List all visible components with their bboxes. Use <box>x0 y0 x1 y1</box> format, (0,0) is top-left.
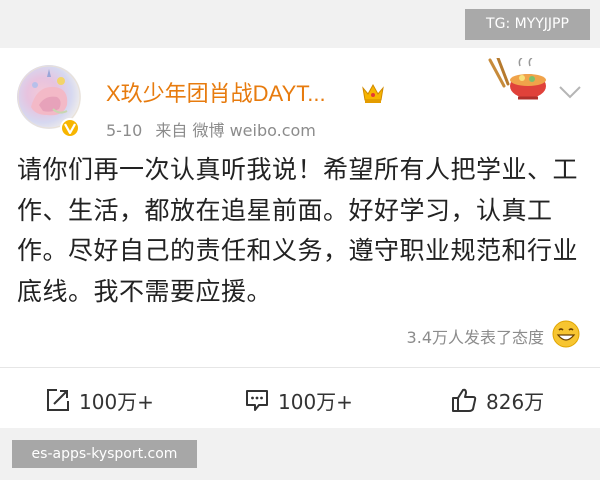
verified-badge-icon <box>60 118 80 138</box>
comment-button[interactable]: 100万+ <box>244 385 353 415</box>
comment-count: 100万+ <box>278 389 353 414</box>
post-meta: 5-10 来自 微博 weibo.com <box>106 117 324 141</box>
tg-badge: TG: MYYJJPP <box>465 9 590 40</box>
reactions-text: 3.4万人发表了态度 <box>406 328 544 347</box>
thumbs-up-icon <box>452 388 477 412</box>
grinning-emoji-icon <box>552 320 580 348</box>
repost-button[interactable]: 100万+ <box>45 385 154 415</box>
divider <box>0 367 600 368</box>
repost-count: 100万+ <box>79 389 154 414</box>
like-button[interactable]: 826万 <box>450 385 544 415</box>
chevron-down-icon[interactable] <box>558 84 582 99</box>
reactions-summary[interactable]: 3.4万人发表了态度 <box>360 320 580 350</box>
comment-icon <box>246 390 268 411</box>
watermark: es-apps-kysport.com <box>12 440 197 468</box>
post-source[interactable]: 来自 微博 weibo.com <box>155 121 315 140</box>
hotpot-sticker-icon <box>488 56 550 104</box>
like-count: 826万 <box>486 389 545 414</box>
crown-icon <box>361 82 385 104</box>
author-name[interactable]: X玖少年团肖战DAYT... <box>106 82 326 106</box>
post-date: 5-10 <box>106 121 143 140</box>
post-text: 请你们再一次认真听我说！希望所有人把学业、工作、生活，都放在追星前面。好好学习，… <box>17 155 579 306</box>
repost-icon <box>47 389 69 411</box>
